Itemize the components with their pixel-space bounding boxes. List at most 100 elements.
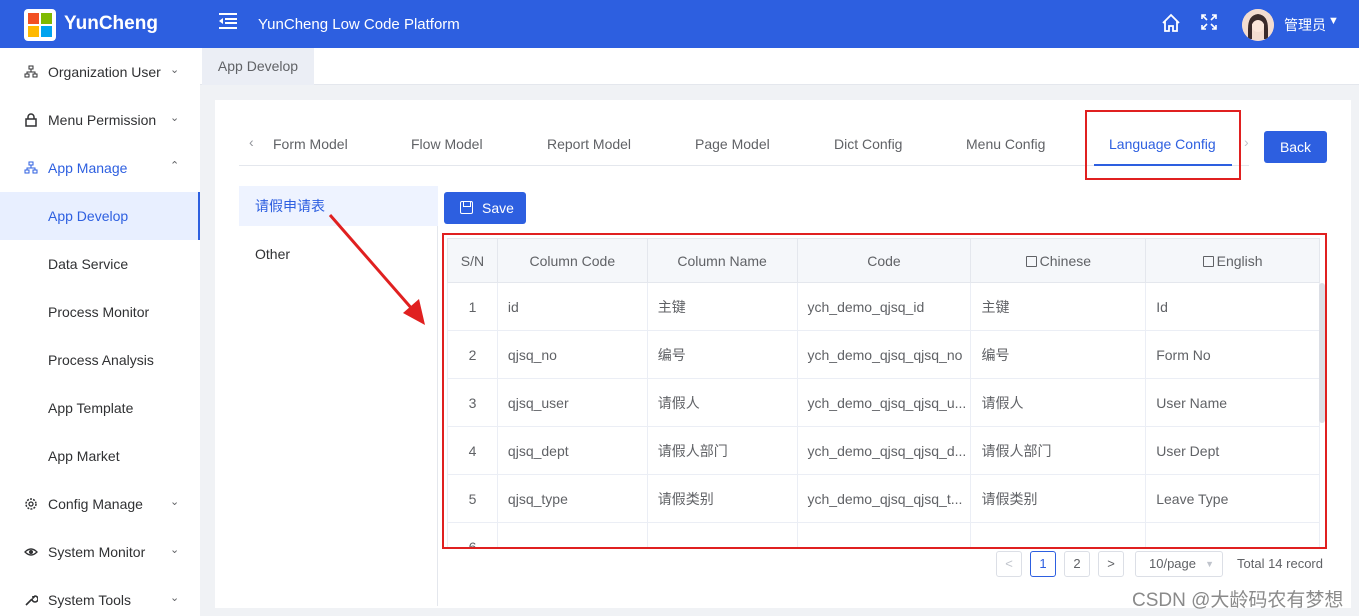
sidebar-item-organization-user[interactable]: Organization User ⌄: [0, 48, 200, 96]
table-cell: 请假人: [970, 378, 1147, 427]
save-button[interactable]: Save: [444, 192, 526, 224]
table-cell: Leave Type: [1145, 474, 1320, 523]
dropdown-icon: ▼: [1205, 559, 1214, 569]
table-cell: [646, 522, 798, 547]
tab-page-model[interactable]: Page Model: [695, 136, 770, 152]
sidebar-item-config-manage[interactable]: Config Manage ⌄: [0, 480, 200, 528]
fullscreen-icon[interactable]: [1200, 13, 1218, 31]
table-cell: 主键: [970, 282, 1147, 331]
user-name[interactable]: 管理员: [1284, 15, 1326, 35]
table-cell: ych_demo_qjsq_qjsq_no: [796, 330, 972, 379]
table-cell: 6: [447, 522, 498, 547]
sidebar-item-app-develop[interactable]: App Develop: [0, 192, 200, 240]
column-header: Column Code: [496, 238, 648, 283]
platform-title: YunCheng Low Code Platform: [258, 16, 460, 33]
app-icon: [24, 161, 38, 175]
table-header-row: S/N Column Code Column Name Code Chinese…: [447, 238, 1320, 283]
page-size-select[interactable]: 10/page ▼: [1135, 551, 1223, 577]
table-cell: 4: [447, 426, 498, 475]
page-1-button[interactable]: 1: [1030, 551, 1056, 577]
table-cell: 3: [447, 378, 498, 427]
table-cell: 2: [447, 330, 498, 379]
sidebar-item-app-template[interactable]: App Template: [0, 384, 200, 432]
prev-page-button[interactable]: <: [996, 551, 1022, 577]
table-row[interactable]: 4 qjsq_dept 请假人部门 ych_demo_qjsq_qjsq_d... 请假…: [447, 426, 1320, 475]
table-cell: User Dept: [1145, 426, 1320, 475]
table-cell: 编号: [970, 330, 1147, 379]
column-header-label: Chinese: [1039, 252, 1092, 269]
tab-report-model[interactable]: Report Model: [547, 136, 631, 152]
language-table: S/N Column Code Column Name Code Chinese…: [442, 233, 1327, 549]
column-header: Code: [796, 238, 972, 283]
chevron-up-icon: ⌃: [170, 160, 180, 172]
home-icon[interactable]: [1160, 12, 1182, 34]
sidebar-item-label: App Template: [48, 400, 134, 416]
tab-dict-config[interactable]: Dict Config: [834, 136, 902, 152]
table-row[interactable]: 5 qjsq_type 请假类别 ych_demo_qjsq_qjsq_t... 请假类…: [447, 474, 1320, 523]
table-cell: [1145, 522, 1320, 547]
chevron-down-icon: ⌄: [170, 112, 180, 124]
sidebar-item-system-tools[interactable]: System Tools ⌄: [0, 576, 200, 616]
data-table: S/N Column Code Column Name Code Chinese…: [447, 238, 1320, 547]
table-cell: Id: [1145, 282, 1320, 331]
sidebar-item-data-service[interactable]: Data Service: [0, 240, 200, 288]
sidebar-item-system-monitor[interactable]: System Monitor ⌄: [0, 528, 200, 576]
column-header-english: English: [1145, 238, 1320, 283]
save-button-label: Save: [482, 200, 514, 216]
table-row[interactable]: 2 qjsq_no 编号 ych_demo_qjsq_qjsq_no 编号 Form No: [447, 330, 1320, 379]
annotation-arrow: [328, 214, 425, 325]
sidebar-item-app-market[interactable]: App Market: [0, 432, 200, 480]
table-cell: qjsq_type: [496, 474, 648, 523]
tab-flow-model[interactable]: Flow Model: [411, 136, 483, 152]
table-row[interactable]: 3 qjsq_user 请假人 ych_demo_qjsq_qjsq_u... 请假人 U…: [447, 378, 1320, 427]
table-row[interactable]: 6: [447, 522, 1320, 547]
table-cell: ych_demo_qjsq_qjsq_u...: [796, 378, 972, 427]
table-cell: id: [496, 282, 648, 331]
table-cell: ych_demo_qjsq_qjsq_d...: [796, 426, 972, 475]
save-icon: [460, 201, 473, 214]
next-page-button[interactable]: >: [1098, 551, 1124, 577]
tab-form-model[interactable]: Form Model: [273, 136, 348, 152]
sidebar-item-label: Process Monitor: [48, 304, 150, 320]
sidebar-item-process-monitor[interactable]: Process Monitor: [0, 288, 200, 336]
sidebar-item-label: System Monitor: [48, 544, 146, 560]
table-cell: 1: [447, 282, 498, 331]
page-2-button[interactable]: 2: [1064, 551, 1090, 577]
wrench-icon: [24, 593, 39, 607]
table-row[interactable]: 1 id 主键 ych_demo_qjsq_id 主键 Id: [447, 282, 1320, 331]
table-cell: ych_demo_qjsq_id: [796, 282, 972, 331]
total-records: Total 14 record: [1237, 556, 1323, 571]
table-cell: 主键: [646, 282, 798, 331]
back-button[interactable]: Back: [1264, 131, 1327, 163]
sidebar-item-label: App Manage: [48, 160, 128, 176]
sidebar-item-process-analysis[interactable]: Process Analysis: [0, 336, 200, 384]
caret-down-icon[interactable]: ▼: [1328, 15, 1339, 27]
scroll-left-icon[interactable]: ‹: [249, 134, 254, 150]
menu-toggle-icon[interactable]: [218, 12, 238, 36]
table-cell: Form No: [1145, 330, 1320, 379]
org-icon: [24, 65, 38, 79]
scroll-right-icon[interactable]: ›: [1244, 134, 1249, 150]
tab-app-develop[interactable]: App Develop: [202, 48, 314, 85]
table-cell: qjsq_dept: [496, 426, 648, 475]
page-size-value: 10/page: [1149, 556, 1196, 571]
avatar[interactable]: [1242, 9, 1274, 41]
sidebar-item-menu-permission[interactable]: Menu Permission ⌄: [0, 96, 200, 144]
chevron-down-icon: ⌄: [170, 592, 180, 604]
sidebar-item-label: Data Service: [48, 256, 129, 272]
eye-icon: [24, 545, 38, 559]
sidebar-item-label: Config Manage: [48, 496, 143, 512]
table-cell: qjsq_no: [496, 330, 648, 379]
sidebar: Organization User ⌄ Menu Permission ⌄ Ap…: [0, 48, 200, 616]
vertical-scrollbar[interactable]: [1319, 283, 1325, 423]
column-header: S/N: [447, 238, 498, 283]
column-header-label: English: [1216, 252, 1263, 269]
tab-menu-config[interactable]: Menu Config: [966, 136, 1045, 152]
table-cell: 请假类别: [970, 474, 1147, 523]
table-cell: ych_demo_qjsq_qjsq_t...: [796, 474, 972, 523]
sidebar-item-app-manage[interactable]: App Manage ⌃: [0, 144, 200, 192]
column-header-chinese: Chinese: [970, 238, 1147, 283]
chevron-down-icon: ⌄: [170, 496, 180, 508]
table-cell: [796, 522, 972, 547]
edit-icon: [1202, 255, 1214, 267]
